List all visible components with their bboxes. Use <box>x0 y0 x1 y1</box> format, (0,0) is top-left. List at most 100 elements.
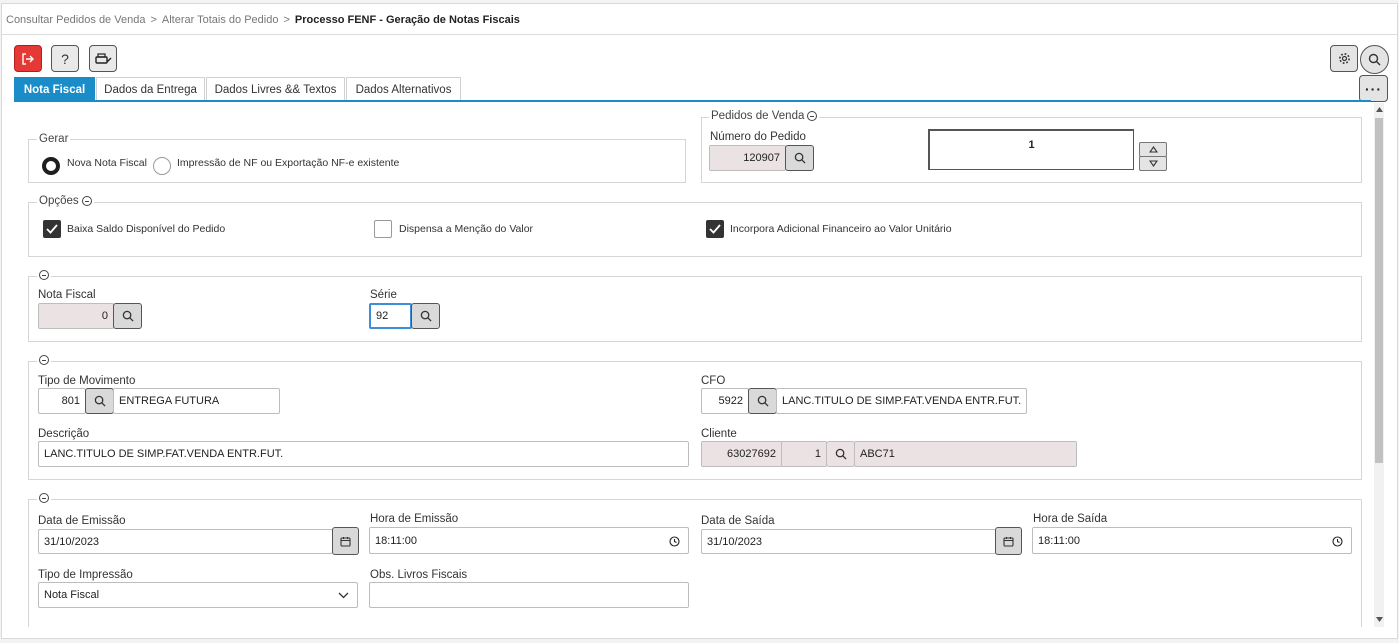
calendar-icon <box>340 536 351 547</box>
collapse-icon[interactable] <box>39 493 49 503</box>
tab-dados-entrega[interactable]: Dados da Entrega <box>96 77 205 101</box>
radio-impressao-nf[interactable] <box>153 157 171 175</box>
check-dispensa-mencao-label: Dispensa a Menção do Valor <box>399 223 534 235</box>
search-icon <box>757 395 769 407</box>
triangle-down-icon <box>1148 160 1158 167</box>
data-emissao-label: Data de Emissão <box>38 515 126 527</box>
obs-livros-label: Obs. Livros Fiscais <box>370 569 468 581</box>
search-icon <box>1368 53 1381 66</box>
breadcrumb-current: Processo FENF - Geração de Notas Fiscais <box>294 14 520 26</box>
cfo-code[interactable]: 5922 <box>701 388 749 414</box>
arrow-down-icon <box>1375 616 1383 622</box>
radio-impressao-nf-label: Impressão de NF ou Exportação NF-e exist… <box>177 157 400 169</box>
datas-legend <box>37 493 51 503</box>
tab-dados-livres[interactable]: Dados Livres && Textos <box>206 77 345 101</box>
nota-fiscal-input[interactable]: 0 <box>38 303 114 329</box>
chevron-down-icon <box>338 592 349 599</box>
scroll-down-arrow[interactable] <box>1375 615 1383 623</box>
pedido-counter: 1 <box>928 129 1134 170</box>
cliente-seq[interactable]: 1 <box>781 441 827 467</box>
cfo-search-button[interactable] <box>748 388 777 414</box>
descricao-label: Descrição <box>38 428 90 440</box>
serie-label: Série <box>370 289 397 301</box>
breadcrumb-separator: > <box>283 14 290 26</box>
cliente-name[interactable]: ABC71 <box>854 441 1077 467</box>
nota-fieldset <box>28 276 1362 342</box>
print-button[interactable] <box>89 45 117 72</box>
cliente-label: Cliente <box>701 428 737 440</box>
clock-icon[interactable] <box>1332 536 1343 547</box>
opcoes-legend-label: Opções <box>39 195 79 207</box>
opcoes-legend: Opções <box>37 195 94 207</box>
calendar-icon <box>1003 536 1014 547</box>
radio-nova-nota[interactable] <box>42 157 60 175</box>
tipo-impressao-value: Nota Fiscal <box>44 589 100 601</box>
help-button[interactable]: ? <box>51 45 79 72</box>
more-options-button[interactable]: ··· <box>1359 75 1388 102</box>
hora-saida-input[interactable]: 18:11:00 <box>1032 527 1352 554</box>
check-baixa-saldo[interactable] <box>43 220 61 238</box>
exit-icon <box>22 52 34 65</box>
search-icon <box>794 152 806 164</box>
check-dispensa-mencao[interactable] <box>374 220 392 238</box>
collapse-icon[interactable] <box>81 196 92 206</box>
breadcrumb-item-alterar[interactable]: Alterar Totais do Pedido <box>162 14 279 26</box>
gerar-legend-label: Gerar <box>39 133 69 145</box>
cfo-desc[interactable]: LANC.TITULO DE SIMP.FAT.VENDA ENTR.FUT. <box>776 388 1027 414</box>
scroll-up-arrow[interactable] <box>1375 105 1383 113</box>
collapse-icon[interactable] <box>807 111 818 121</box>
triangle-up-icon <box>1148 146 1158 153</box>
collapse-icon[interactable] <box>39 355 49 365</box>
radio-nova-nota-label: Nova Nota Fiscal <box>67 157 147 169</box>
cliente-search-button[interactable] <box>826 441 855 467</box>
printer-icon <box>95 52 112 64</box>
search-icon <box>420 310 432 322</box>
tipo-movimento-label: Tipo de Movimento <box>38 375 136 387</box>
check-incorpora-adicional-label: Incorpora Adicional Financeiro ao Valor … <box>730 223 952 235</box>
data-emissao-calendar-button[interactable] <box>332 527 359 555</box>
nota-fiscal-search-button[interactable] <box>113 303 142 329</box>
search-icon <box>94 395 106 407</box>
global-search-button[interactable] <box>1360 45 1389 74</box>
numero-pedido-input[interactable]: 120907 <box>709 145 786 171</box>
pedidos-legend: Pedidos de Venda <box>709 110 820 122</box>
scrollbar-thumb[interactable] <box>1375 118 1383 463</box>
tipo-movimento-code[interactable]: 801 <box>38 388 86 414</box>
breadcrumb-item-consultar[interactable]: Consultar Pedidos de Venda <box>6 14 145 26</box>
numero-pedido-search-button[interactable] <box>785 145 814 171</box>
numero-pedido-label: Número do Pedido <box>710 131 806 143</box>
check-baixa-saldo-label: Baixa Saldo Disponível do Pedido <box>67 223 226 235</box>
gear-icon <box>1338 53 1350 64</box>
checkmark-icon <box>46 224 58 234</box>
cliente-code[interactable]: 63027692 <box>701 441 782 467</box>
counter-down-button[interactable] <box>1139 156 1167 171</box>
collapse-icon[interactable] <box>39 270 49 280</box>
settings-button[interactable] <box>1330 45 1358 72</box>
clock-icon[interactable] <box>669 536 680 547</box>
descricao-input[interactable]: LANC.TITULO DE SIMP.FAT.VENDA ENTR.FUT. <box>38 441 689 467</box>
check-incorpora-adicional[interactable] <box>706 220 724 238</box>
serie-search-button[interactable] <box>411 303 440 329</box>
divider <box>1 34 1397 35</box>
tipo-movimento-search-button[interactable] <box>85 388 114 414</box>
ellipsis-icon: ··· <box>1365 80 1382 97</box>
obs-livros-input[interactable] <box>369 582 689 608</box>
data-saida-calendar-button[interactable] <box>995 527 1022 555</box>
data-emissao-input[interactable]: 31/10/2023 <box>38 529 333 554</box>
hora-emissao-input[interactable]: 18:11:00 <box>369 527 689 554</box>
serie-input[interactable]: 92 <box>369 303 412 329</box>
exit-button[interactable] <box>14 45 42 72</box>
data-saida-label: Data de Saída <box>701 515 775 527</box>
counter-up-button[interactable] <box>1139 142 1167 157</box>
gerar-legend: Gerar <box>37 133 71 145</box>
opcoes-fieldset <box>28 202 1362 257</box>
data-saida-input[interactable]: 31/10/2023 <box>701 529 996 554</box>
tipo-movimento-desc[interactable]: ENTREGA FUTURA <box>113 388 280 414</box>
hora-saida-label: Hora de Saída <box>1033 513 1108 525</box>
pedidos-legend-label: Pedidos de Venda <box>711 110 805 122</box>
checkmark-icon <box>709 224 721 234</box>
cfo-label: CFO <box>701 375 726 387</box>
tab-dados-alternativos[interactable]: Dados Alternativos <box>346 77 461 101</box>
tipo-impressao-select[interactable]: Nota Fiscal <box>38 582 358 608</box>
tab-nota-fiscal[interactable]: Nota Fiscal <box>14 77 95 101</box>
